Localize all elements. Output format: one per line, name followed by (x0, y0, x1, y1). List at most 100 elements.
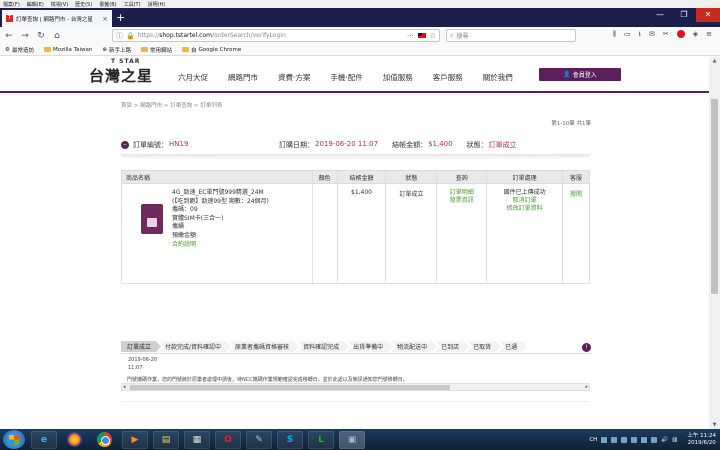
menu-tools[interactable]: 工具(T) (124, 1, 141, 8)
hamburger-menu-icon[interactable]: ≡ (706, 30, 712, 41)
nav-value-added[interactable]: 加值服務 (383, 72, 413, 83)
nav-plans[interactable]: 資費·方案 (278, 72, 310, 83)
bookmark-google-chrome[interactable]: 自 Google Chrome (182, 46, 241, 54)
internet-explorer-icon[interactable]: e (31, 430, 57, 449)
bookmark-common-sites[interactable]: 常用網站 (140, 46, 172, 54)
folder-icon (182, 47, 189, 52)
calculator-icon[interactable]: ▦ (184, 430, 210, 449)
modify-order-link[interactable]: 修改訂單資料 (490, 205, 559, 213)
url-host: shop.tstartel.com (159, 32, 212, 39)
globe-icon: ⊕ (102, 46, 107, 53)
input-language[interactable]: CH (589, 437, 597, 443)
menu-help[interactable]: 說明(H) (148, 1, 166, 8)
tray-app-icon[interactable] (631, 436, 638, 443)
file-explorer-icon[interactable]: ▤ (153, 430, 179, 449)
nav-june-sale[interactable]: 六月大促 (178, 72, 208, 83)
invoice-link[interactable]: 發票資訊 (440, 197, 483, 205)
horizontal-scrollbar[interactable]: ◂ ▸ (121, 383, 590, 391)
member-login-button[interactable]: 👤 會員登入 (539, 68, 621, 81)
download-icon[interactable]: ⭳ (639, 30, 641, 41)
network-icon[interactable]: ▥ (672, 437, 677, 443)
scroll-up-icon[interactable]: ▲ (709, 58, 720, 64)
nav-online-store[interactable]: 網路門市 (228, 72, 258, 83)
tray-app-icon[interactable] (641, 436, 648, 443)
info-icon[interactable]: ⓘ (116, 31, 123, 41)
volume-icon[interactable]: 🔊 (661, 437, 668, 443)
collapse-icon[interactable]: − (121, 141, 129, 149)
addon-icon[interactable]: ✉ (649, 30, 655, 41)
firefox-icon[interactable] (67, 432, 82, 447)
back-icon[interactable]: ← (4, 31, 14, 41)
lock-icon[interactable]: 🔒 (126, 32, 135, 40)
taiwan-flag-icon[interactable] (417, 33, 426, 38)
new-tab-icon[interactable]: + (116, 11, 125, 24)
chrome-icon[interactable] (97, 432, 112, 447)
service-link[interactable]: 撥開 (570, 191, 582, 198)
col-status: 狀態 (385, 170, 438, 184)
tray-app-icon[interactable] (651, 436, 658, 443)
order-status: 狀態： 訂單成立 (467, 140, 517, 150)
forward-icon[interactable]: → (20, 31, 30, 41)
order-no-label: 訂單編號： (133, 141, 168, 149)
window-thumbnail-icon[interactable]: ▣ (339, 430, 365, 449)
scroll-thumb[interactable] (711, 99, 718, 294)
order-date-label: 訂購日期： (279, 141, 314, 149)
pocket-icon[interactable]: ◈ (693, 30, 698, 41)
scroll-left-icon[interactable]: ◂ (123, 384, 126, 390)
windows-start-icon[interactable] (3, 430, 25, 449)
adblock-icon[interactable] (676, 30, 685, 38)
order-detail-link[interactable]: 訂單明細 (440, 189, 483, 197)
step-carrier-review: 原業者攜碼資格審核 (229, 341, 299, 352)
sidebar-icon[interactable]: ▭ (624, 30, 631, 41)
info-icon[interactable]: i (582, 343, 591, 352)
bookmark-getting-started[interactable]: ⊕ 新手上路 (102, 46, 131, 54)
line-icon[interactable]: L (308, 430, 334, 449)
reload-icon[interactable]: ↻ (36, 31, 46, 41)
vertical-scrollbar[interactable]: ▲ ▼ (709, 57, 720, 429)
step-date: 2019-06-20 11:07 (128, 356, 157, 372)
scroll-right-icon[interactable]: ▸ (585, 384, 588, 390)
library-icon[interactable]: ⫼ (613, 30, 616, 41)
tray-app-icon[interactable] (601, 436, 608, 443)
bookmark-most-visited[interactable]: ⚙ 最常造訪 (5, 46, 34, 54)
tstar-logo[interactable]: 台灣之星 (89, 65, 153, 86)
bookmark-star-icon[interactable]: ☆ (430, 32, 436, 40)
more-actions-icon[interactable]: ··· (407, 32, 414, 40)
scroll-down-icon[interactable]: ▼ (709, 422, 720, 428)
contract-link[interactable]: 合約說明 (172, 241, 269, 250)
status-cell: 訂單成立 (385, 183, 438, 284)
step-notified: 已通 (499, 341, 527, 352)
menu-view[interactable]: 檢視(V) (51, 1, 68, 8)
clock[interactable]: 上午 11:24 2019/6/20 (687, 433, 716, 447)
minimize-icon[interactable]: — (648, 8, 672, 22)
home-icon[interactable]: ⌂ (52, 31, 62, 41)
menu-file[interactable]: 檔案(F) (3, 1, 20, 8)
media-player-icon[interactable]: ▶ (122, 430, 148, 449)
breadcrumb[interactable]: 首頁 > 網路門市 > 訂單查詢 > 訂單列表 (121, 101, 222, 109)
bookmark-mozilla[interactable]: Mozilla Taiwan (43, 47, 92, 53)
tray-app-icon[interactable] (611, 436, 618, 443)
close-tab-icon[interactable]: × (102, 15, 108, 23)
nav-about[interactable]: 關於我們 (483, 72, 513, 83)
close-window-icon[interactable]: ✕ (696, 8, 720, 22)
step-arrived: 已到店 (435, 341, 469, 352)
tab-order-search[interactable]: T 訂單查詢 | 網路門市 - 台灣之星 × (2, 10, 112, 27)
opera-icon[interactable]: O (215, 430, 241, 449)
tstar-logo-text[interactable]: T STAR (111, 58, 140, 65)
skype-icon[interactable]: S (277, 430, 303, 449)
nav-customer-service[interactable]: 客戶服務 (433, 72, 463, 83)
scroll-thumb[interactable] (130, 385, 450, 390)
url-bar[interactable]: ⓘ 🔒 https://shop.tstartel.com/orderSearc… (112, 29, 440, 42)
search-box[interactable]: ⌕ 搜尋 (446, 29, 576, 42)
cancel-order-link[interactable]: 取消訂單 (490, 197, 559, 205)
tray-app-icon[interactable] (621, 436, 628, 443)
bookmarks-bar: ⚙ 最常造訪 Mozilla Taiwan ⊕ 新手上路 常用網站 自 Google … (0, 44, 720, 56)
screenshot-icon[interactable]: ✂ (663, 30, 669, 41)
paint-icon[interactable]: ✎ (246, 430, 272, 449)
order-date-value: 2019-06-20 11:07 (315, 140, 379, 148)
maximize-icon[interactable]: ❐ (672, 8, 696, 22)
menu-bookmarks[interactable]: 書籤(B) (99, 1, 116, 8)
nav-phones[interactable]: 手機·配件 (330, 72, 362, 83)
menu-history[interactable]: 歷史(S) (75, 1, 92, 8)
menu-edit[interactable]: 編輯(E) (27, 1, 44, 8)
